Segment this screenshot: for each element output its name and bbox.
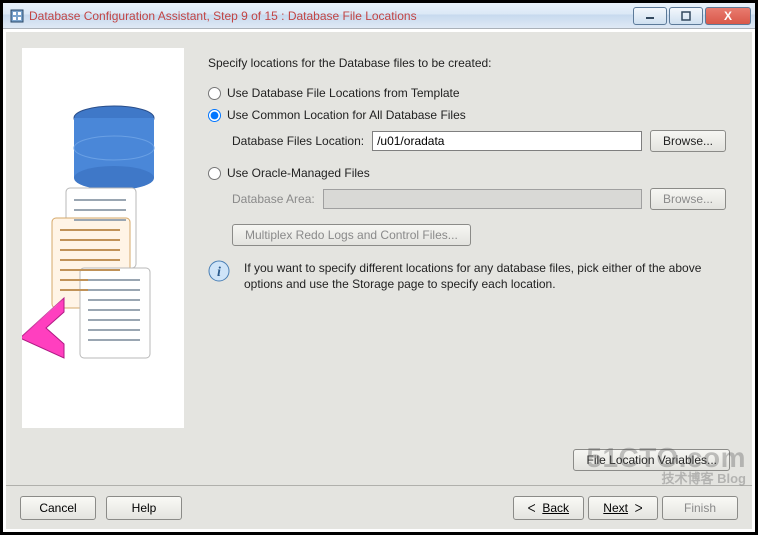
radio-use-common[interactable]: [208, 109, 221, 122]
radio-use-template[interactable]: [208, 87, 221, 100]
wizard-footer: Cancel Help ᐸ Back Next ᐳ Finish: [6, 485, 752, 529]
db-files-location-label: Database Files Location:: [232, 134, 364, 148]
main-area: Specify locations for the Database files…: [184, 40, 744, 477]
maximize-button[interactable]: [669, 7, 703, 25]
minimize-button[interactable]: [633, 7, 667, 25]
common-location-row: Database Files Location: Browse...: [232, 130, 726, 152]
content-area: Specify locations for the Database files…: [14, 40, 744, 477]
browse-common-button[interactable]: Browse...: [650, 130, 726, 152]
info-box: i If you want to specify different locat…: [208, 260, 726, 292]
close-button[interactable]: X: [705, 7, 751, 25]
help-button[interactable]: Help: [106, 496, 182, 520]
next-button[interactable]: Next ᐳ: [588, 496, 658, 520]
wizard-illustration: [22, 48, 184, 428]
info-icon: i: [208, 260, 230, 282]
label-use-common[interactable]: Use Common Location for All Database Fil…: [227, 108, 466, 122]
db-area-input: [323, 189, 642, 209]
page-heading: Specify locations for the Database files…: [208, 56, 726, 70]
finish-button: Finish: [662, 496, 738, 520]
back-button[interactable]: ᐸ Back: [513, 496, 584, 520]
radio-use-omf[interactable]: [208, 167, 221, 180]
db-files-location-input[interactable]: [372, 131, 642, 151]
browse-omf-button: Browse...: [650, 188, 726, 210]
omf-row: Database Area: Browse...: [232, 188, 726, 210]
svg-text:i: i: [217, 265, 221, 280]
window-title: Database Configuration Assistant, Step 9…: [29, 9, 631, 23]
app-window: Database Configuration Assistant, Step 9…: [0, 0, 758, 535]
db-area-label: Database Area:: [232, 192, 315, 206]
client-area: Specify locations for the Database files…: [6, 32, 752, 529]
info-text: If you want to specify different locatio…: [244, 260, 726, 292]
label-use-template[interactable]: Use Database File Locations from Templat…: [227, 86, 460, 100]
label-use-omf[interactable]: Use Oracle-Managed Files: [227, 166, 370, 180]
multiplex-button: Multiplex Redo Logs and Control Files...: [232, 224, 471, 246]
titlebar: Database Configuration Assistant, Step 9…: [3, 3, 755, 29]
file-location-variables-button[interactable]: File Location Variables...: [573, 449, 730, 471]
cancel-button[interactable]: Cancel: [20, 496, 96, 520]
app-icon: [9, 8, 25, 24]
window-controls: X: [631, 7, 751, 25]
